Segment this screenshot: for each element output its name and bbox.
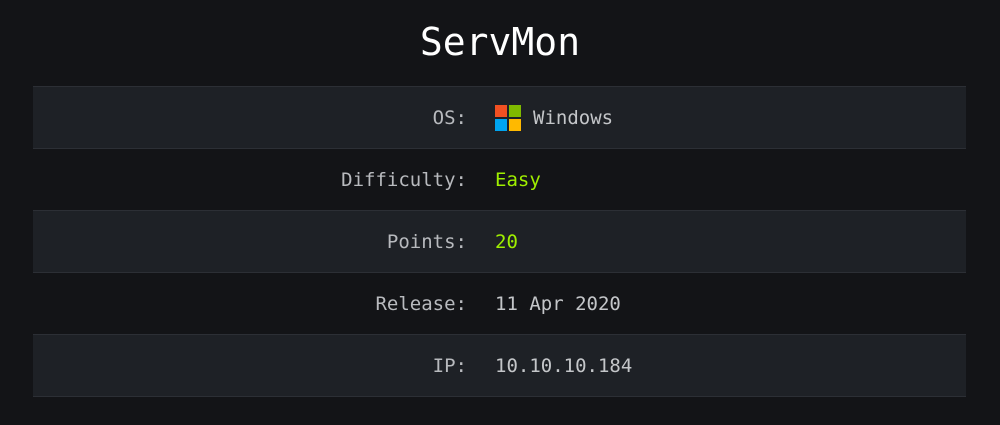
release-label: Release: xyxy=(375,292,467,315)
info-row-difficulty: Difficulty: Easy xyxy=(33,149,966,211)
points-value: 20 xyxy=(495,230,518,253)
info-row-os: OS: Windows xyxy=(33,87,966,149)
difficulty-value: Easy xyxy=(495,168,541,191)
os-value-text: Windows xyxy=(533,106,614,129)
points-label: Points: xyxy=(386,230,467,253)
info-row-release: Release: 11 Apr 2020 xyxy=(33,273,966,335)
release-value: 11 Apr 2020 xyxy=(495,292,621,315)
ip-value: 10.10.10.184 xyxy=(495,354,633,377)
ip-label: IP: xyxy=(432,354,467,377)
difficulty-label: Difficulty: xyxy=(341,168,467,191)
windows-logo-icon xyxy=(495,104,521,131)
machine-info-table: OS: Windows Difficulty: Easy Points: 20 … xyxy=(33,86,966,397)
info-row-ip: IP: 10.10.10.184 xyxy=(33,335,966,397)
os-value: Windows xyxy=(495,104,614,131)
info-row-points: Points: 20 xyxy=(33,211,966,273)
os-label: OS: xyxy=(432,106,467,129)
machine-title: ServMon xyxy=(419,20,581,64)
